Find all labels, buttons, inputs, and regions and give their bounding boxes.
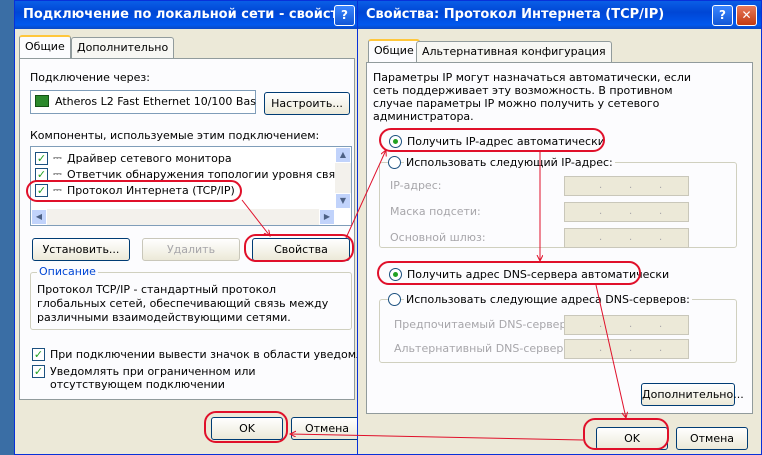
alternate-dns-field: ... [564, 339, 689, 359]
notify-checkbox[interactable]: ✓ [32, 365, 45, 378]
ip-address-field: ... [564, 176, 689, 196]
adapter-name: Atheros L2 Fast Ethernet 10/100 Bas [55, 95, 256, 108]
left-dialog-titlebar: Подключение по локальной сети - свойства… [15, 1, 359, 29]
intro-text: Параметры IP могут назначаться автоматич… [373, 71, 692, 123]
left-dialog-window: Подключение по локальной сети - свойства… [14, 0, 391, 455]
right-ok-button[interactable]: OK [596, 427, 668, 450]
subnet-label: Маска подсети: [390, 205, 481, 218]
left-dialog-title: Подключение по локальной сети - свойства [23, 7, 356, 22]
manual-dns-group: Использовать следующие адреса DNS-сервер… [379, 293, 737, 363]
scroll-right-icon[interactable]: ▶ [319, 209, 335, 225]
horizontal-scrollbar[interactable]: ◀ ▶ [31, 209, 335, 225]
scroll-left-icon[interactable]: ◀ [31, 209, 47, 225]
help-button[interactable]: ? [334, 5, 355, 26]
left-ok-button[interactable]: OK [211, 417, 283, 440]
show-icon-label: При подключении вывести значок в области… [50, 348, 392, 361]
component-label: Протокол Интернета (TCP/IP) [67, 184, 235, 197]
close-icon[interactable]: ✕ [736, 5, 757, 26]
component-label: Ответчик обнаружения топологии уровня св… [67, 168, 349, 181]
desktop-background [0, 0, 14, 455]
tab-general[interactable]: Общие [368, 39, 420, 62]
component-label: Драйвер сетевого монитора [67, 152, 232, 165]
alternate-dns-label: Альтернативный DNS-сервер: [394, 342, 568, 355]
remove-button: Удалить [142, 238, 240, 261]
left-general-panel: Подключение через: Atheros L2 Fast Ether… [19, 58, 391, 400]
connect-using-label: Подключение через: [30, 71, 150, 84]
left-tabs: Общие Дополнительно [19, 35, 349, 59]
adapter-field: Atheros L2 Fast Ethernet 10/100 Bas [30, 90, 256, 114]
network-protocol-icon: ⎓ [53, 167, 62, 180]
component-checkbox[interactable]: ✓ [35, 184, 48, 197]
scroll-down-icon[interactable]: ▼ [335, 193, 351, 209]
properties-button[interactable]: Свойства [252, 238, 350, 261]
show-icon-checkbox[interactable]: ✓ [32, 348, 45, 361]
component-checkbox[interactable]: ✓ [35, 152, 48, 165]
gateway-label: Основной шлюз: [390, 231, 486, 244]
vertical-scrollbar[interactable]: ▲ ▼ [335, 147, 351, 209]
right-dialog-title: Свойства: Протокол Интернета (TCP/IP) [366, 7, 665, 22]
tab-alternate-config[interactable]: Альтернативная конфигурация [416, 41, 612, 62]
network-protocol-icon: ⎓ [53, 151, 62, 164]
description-group: Описание Протокол TCP/IP - стандартный п… [30, 265, 352, 330]
notify-label: Уведомлять при ограниченном или отсутств… [50, 365, 256, 391]
left-cancel-button[interactable]: Отмена [291, 417, 363, 440]
help-button[interactable]: ? [712, 5, 733, 26]
manual-ip-label: Использовать следующий IP-адрес: [404, 156, 615, 169]
description-title: Описание [37, 265, 98, 278]
ip-address-label: IP-адрес: [390, 179, 442, 192]
right-cancel-button[interactable]: Отмена [676, 427, 748, 450]
auto-dns-label: Получить адрес DNS-сервера автоматически [407, 268, 670, 281]
tab-general[interactable]: Общие [19, 35, 71, 58]
tab-advanced[interactable]: Дополнительно [71, 37, 175, 58]
preferred-dns-field: ... [564, 315, 689, 335]
manual-dns-label: Использовать следующие адреса DNS-сервер… [404, 293, 692, 306]
auto-dns-radio[interactable] [389, 268, 402, 281]
advanced-button[interactable]: Дополнительно... [641, 383, 744, 406]
list-item[interactable]: ✓ ⎓ Драйвер сетевого монитора [35, 151, 335, 167]
list-item[interactable]: ✓ ⎓ Ответчик обнаружения топологии уровн… [35, 167, 348, 183]
network-protocol-icon: ⎓ [53, 183, 62, 196]
gateway-field: ... [564, 228, 689, 248]
network-card-icon [35, 95, 49, 107]
right-general-panel: Параметры IP могут назначаться автоматич… [366, 62, 753, 414]
auto-ip-radio[interactable] [389, 135, 402, 148]
manual-ip-group: Использовать следующий IP-адрес: IP-адре… [379, 156, 737, 248]
description-text: Протокол TCP/IP - стандартный протокол г… [37, 283, 329, 324]
manual-ip-radio[interactable] [388, 156, 401, 169]
right-dialog-titlebar: Свойства: Протокол Интернета (TCP/IP) ? … [358, 1, 761, 29]
install-button[interactable]: Установить... [32, 238, 130, 261]
components-label: Компоненты, используемые этим подключени… [30, 129, 320, 142]
right-dialog-window: Свойства: Протокол Интернета (TCP/IP) ? … [357, 0, 762, 455]
components-list[interactable]: ✓ ⎓ Драйвер сетевого монитора ✓ ⎓ Ответч… [30, 146, 352, 226]
component-checkbox[interactable]: ✓ [35, 168, 48, 181]
subnet-field: ... [564, 202, 689, 222]
preferred-dns-label: Предпочитаемый DNS-сервер: [394, 318, 571, 331]
scroll-up-icon[interactable]: ▲ [335, 147, 351, 163]
configure-button[interactable]: Настроить... [264, 92, 350, 115]
auto-ip-label: Получить IP-адрес автоматически [407, 135, 605, 148]
manual-dns-radio[interactable] [388, 293, 401, 306]
list-item[interactable]: ✓ ⎓ Протокол Интернета (TCP/IP) [35, 183, 335, 199]
right-tabs: Общие Альтернативная конфигурация [368, 39, 748, 63]
